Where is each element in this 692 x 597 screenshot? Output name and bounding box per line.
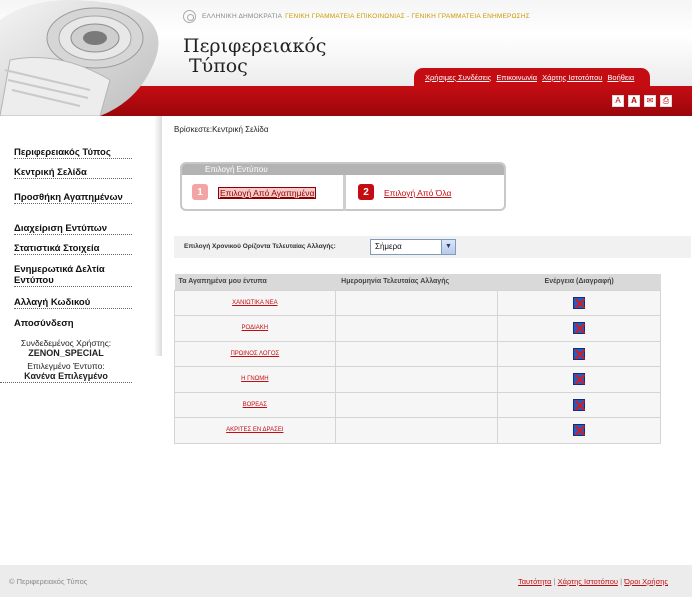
publication-link[interactable]: ΧΑΝΙΩΤΙΚΑ ΝΕΑ — [232, 300, 278, 306]
table-cell-name: ΡΟΔΙΑΚΗ — [174, 315, 336, 342]
publication-link[interactable]: ΠΡΩΙΝΟΣ ΛΟΓΟΣ — [230, 351, 279, 357]
table-cell-name: ΧΑΝΙΩΤΙΚΑ ΝΕΑ — [174, 289, 336, 316]
column-header-action: Ενέργεια (Διαγραφή) — [497, 274, 661, 290]
table-row: ΑΚΡΙΤΕΣ ΕΝ ΔΡΑΣΕΙ — [174, 417, 661, 444]
picker-title: Επιλογή Εντύπου — [182, 164, 504, 175]
font-increase-icon[interactable]: A — [628, 95, 640, 107]
breadcrumb: Βρίσκεστε:Κεντρική Σελίδα — [174, 125, 269, 134]
publication-link[interactable]: ΡΟΔΙΑΚΗ — [242, 325, 269, 331]
delete-icon[interactable] — [573, 322, 586, 335]
table-row: ΠΡΩΙΝΟΣ ΛΟΓΟΣ — [174, 340, 661, 367]
table-cell-action — [497, 289, 661, 316]
copyright-text: © Περιφερειακός Τύπος — [9, 577, 88, 586]
site-title: Περιφερειακός Τύπος — [183, 36, 326, 76]
delete-icon[interactable] — [573, 373, 586, 386]
table-cell-date — [334, 417, 499, 444]
time-filter-label: Επιλογή Χρονικού Ορίζοντα Τελευταίας Αλλ… — [184, 243, 336, 250]
table-row: Η ΓΝΩΜΗ — [174, 366, 661, 393]
publication-link[interactable]: ΒΟΡΕΑΣ — [243, 402, 267, 408]
government-line: ΕΛΛΗΝΙΚΗ ΔΗΜΟΚΡΑΤΙΑ ΓΕΝΙΚΗ ΓΡΑΜΜΑΤΕΙΑ ΕΠ… — [183, 9, 530, 23]
footer-links: Ταυτότητα | Χάρτης Ιστοτόπου | Όροι Χρήσ… — [518, 577, 668, 586]
sidebar-item-change-password[interactable]: Αλλαγή Κωδικού — [14, 297, 132, 309]
nav-help[interactable]: Βοήθεια — [607, 73, 634, 82]
chevron-down-icon[interactable]: ▼ — [441, 240, 455, 254]
table-cell-date — [334, 315, 499, 342]
column-header-date: Ημερομηνία Τελευταίας Αλλαγής — [335, 274, 498, 290]
sidebar-item-home[interactable]: Κεντρική Σελίδα — [14, 167, 132, 179]
table-header-row: Τα Αγαπημένα μου έντυπα Ημερομηνία Τελευ… — [174, 274, 661, 290]
publication-picker: Επιλογή Εντύπου 1 Επιλογή Από Αγαπημένα … — [180, 162, 506, 211]
sidebar-item-manage-publications[interactable]: Διαχείριση Εντύπων — [14, 223, 132, 235]
selected-publication-value: Κανένα Επιλεγμένο — [0, 371, 132, 383]
time-filter-bar: Επιλογή Χρονικού Ορίζοντα Τελευταίας Αλλ… — [174, 236, 691, 258]
footer-separator: | — [553, 577, 556, 586]
select-from-all-link[interactable]: Επιλογή Από Όλα — [384, 188, 451, 198]
column-header-name: Τα Αγαπημένα μου έντυπα — [174, 274, 336, 290]
utility-icons: A A ✉ ⎙ — [612, 95, 672, 107]
table-cell-date — [334, 289, 499, 316]
delete-icon[interactable] — [573, 424, 586, 437]
publication-link[interactable]: Η ΓΝΩΜΗ — [241, 376, 268, 382]
table-row: ΧΑΝΙΩΤΙΚΑ ΝΕΑ — [174, 289, 661, 316]
site-title-line2: Τύπος — [189, 55, 248, 77]
favorites-table: Τα Αγαπημένα μου έντυπα Ημερομηνία Τελευ… — [174, 274, 661, 444]
email-icon[interactable]: ✉ — [644, 95, 656, 107]
top-navigation: Χρήσιμες Συνδέσεις Επικοινωνία Χάρτης Ισ… — [414, 68, 650, 86]
table-cell-name: Η ΓΝΩΜΗ — [174, 366, 336, 393]
table-cell-action — [497, 340, 661, 367]
table-cell-date — [334, 340, 499, 367]
select-from-favorites-link[interactable]: Επιλογή Από Αγαπημένα — [218, 187, 317, 199]
sidebar-item-add-favorites[interactable]: Προσθήκη Αγαπημένων — [14, 192, 132, 204]
secretariat-text: ΓΕΝΙΚΗ ΓΡΑΜΜΑΤΕΙΑ ΕΠΙΚΟΙΝΩΝΙΑΣ - ΓΕΝΙΚΗ … — [285, 12, 530, 20]
footer-link-about[interactable]: Ταυτότητα — [518, 577, 552, 586]
table-cell-name: ΒΟΡΕΑΣ — [174, 391, 336, 418]
sidebar-shadow — [154, 116, 162, 356]
nav-useful-links[interactable]: Χρήσιμες Συνδέσεις — [425, 73, 491, 82]
time-filter-select[interactable]: Σήμερα ▼ — [370, 239, 456, 255]
table-cell-name: ΠΡΩΙΝΟΣ ΛΟΓΟΣ — [174, 340, 336, 367]
sidebar-item-newsletters[interactable]: Ενημερωτικά Δελτία Εντύπου — [14, 264, 132, 287]
sidebar-item-statistics[interactable]: Στατιστικά Στοιχεία — [14, 243, 132, 255]
table-cell-date — [334, 391, 499, 418]
gov-text: ΕΛΛΗΝΙΚΗ ΔΗΜΟΚΡΑΤΙΑ — [202, 12, 283, 20]
sidebar-item-regional-press[interactable]: Περιφερειακός Τύπος — [14, 147, 132, 159]
table-row: ΡΟΔΙΑΚΗ — [174, 315, 661, 342]
site-footer: © Περιφερειακός Τύπος Ταυτότητα | Χάρτης… — [0, 565, 692, 597]
table-cell-action — [497, 315, 661, 342]
sidebar: Περιφερειακός Τύπος Κεντρική Σελίδα Προσ… — [0, 116, 160, 565]
breadcrumb-prefix: Βρίσκεστε: — [174, 125, 213, 134]
footer-link-terms[interactable]: Όροι Χρήσης — [624, 577, 668, 586]
table-cell-name: ΑΚΡΙΤΕΣ ΕΝ ΔΡΑΣΕΙ — [174, 417, 336, 444]
newspaper-roll-logo — [0, 0, 159, 116]
picker-divider — [343, 175, 346, 211]
table-cell-date — [334, 366, 499, 393]
table-cell-action — [497, 391, 661, 418]
publication-link[interactable]: ΑΚΡΙΤΕΣ ΕΝ ΔΡΑΣΕΙ — [226, 427, 283, 433]
delete-icon[interactable] — [573, 398, 586, 411]
table-row: ΒΟΡΕΑΣ — [174, 391, 661, 418]
print-icon[interactable]: ⎙ — [660, 95, 672, 107]
option-1-number: 1 — [192, 184, 208, 200]
nav-sitemap[interactable]: Χάρτης Ιστοτόπου — [542, 73, 602, 82]
delete-icon[interactable] — [573, 296, 586, 309]
font-decrease-icon[interactable]: A — [612, 95, 624, 107]
footer-separator: | — [620, 577, 623, 586]
table-cell-action — [497, 366, 661, 393]
footer-link-sitemap[interactable]: Χάρτης Ιστοτόπου — [558, 577, 618, 586]
greek-emblem-icon — [183, 9, 196, 23]
logged-user-name: ZENON_SPECIAL — [28, 348, 104, 358]
option-2-number: 2 — [358, 184, 374, 200]
nav-contact[interactable]: Επικοινωνία — [496, 73, 537, 82]
breadcrumb-current: Κεντρική Σελίδα — [212, 125, 269, 134]
delete-icon[interactable] — [573, 347, 586, 360]
table-cell-action — [497, 417, 661, 444]
site-header: ΕΛΛΗΝΙΚΗ ΔΗΜΟΚΡΑΤΙΑ ΓΕΝΙΚΗ ΓΡΑΜΜΑΤΕΙΑ ΕΠ… — [0, 0, 692, 116]
time-filter-value: Σήμερα — [375, 242, 402, 251]
site-title-line1: Περιφερειακός — [183, 35, 327, 57]
sidebar-item-logout[interactable]: Αποσύνδεση — [14, 318, 132, 329]
